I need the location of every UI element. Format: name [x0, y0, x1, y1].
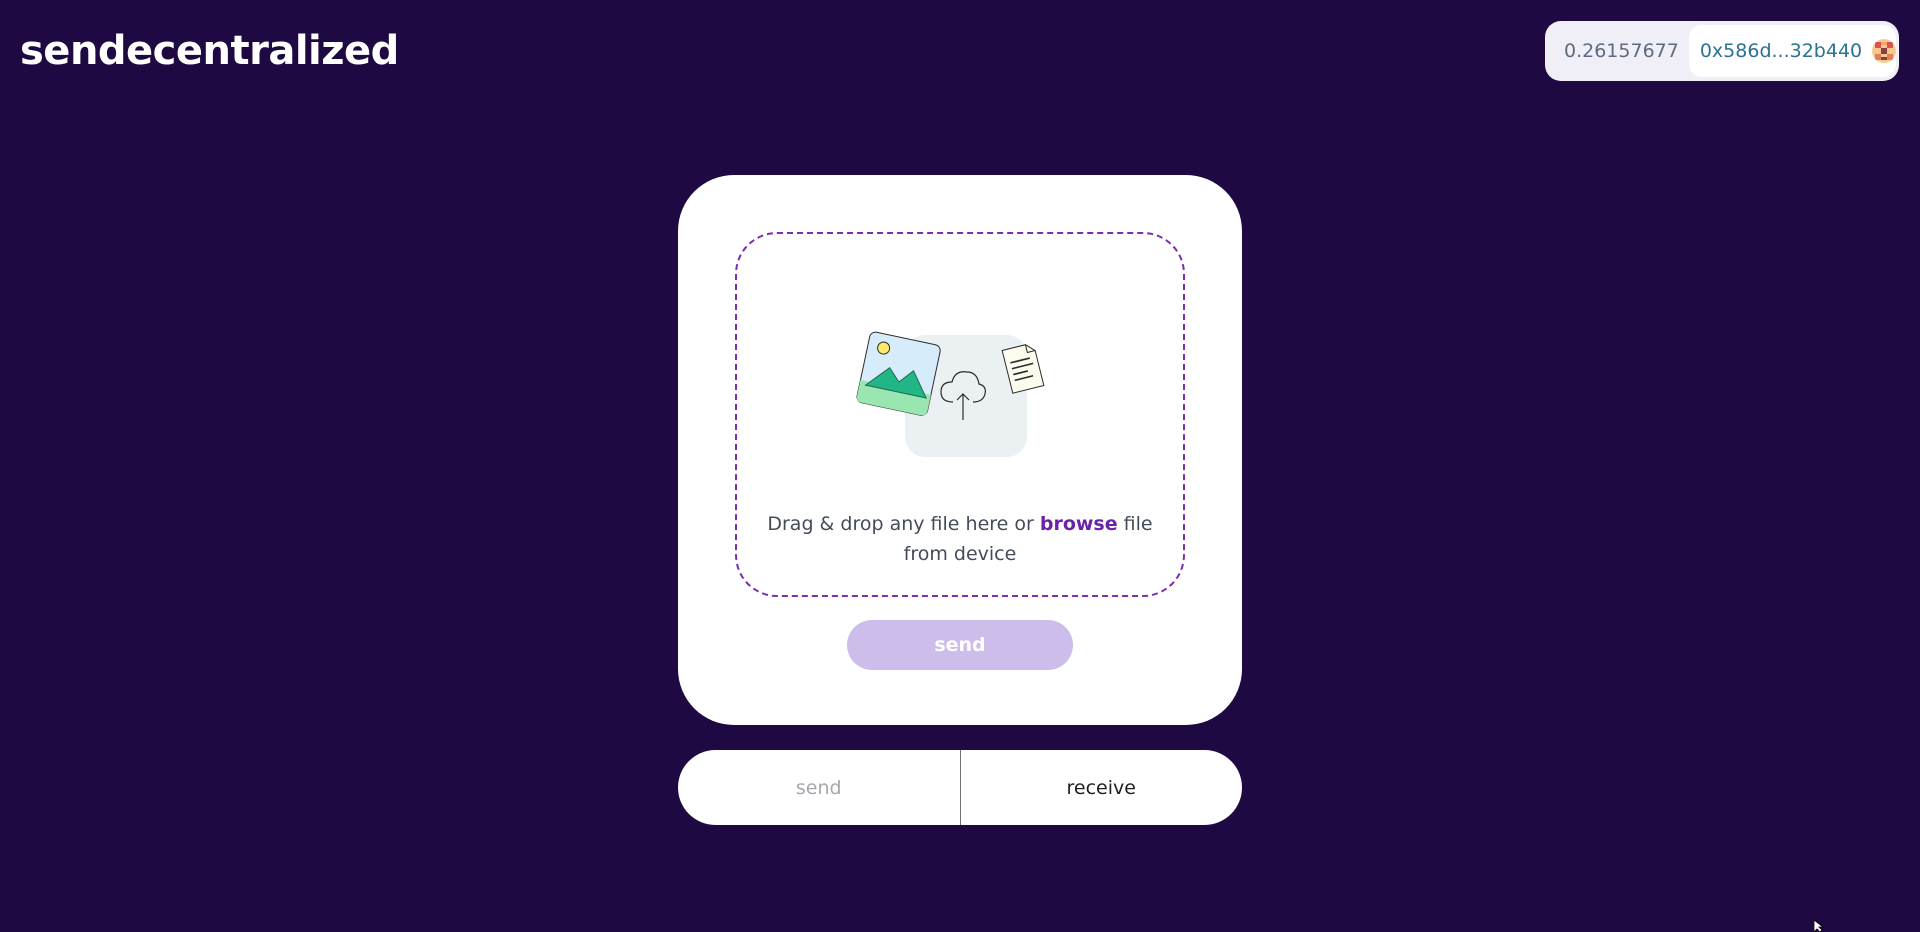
- app-title: sendecentralized: [20, 28, 399, 74]
- wallet-address: 0x586d...32b440: [1699, 40, 1863, 62]
- tab-send[interactable]: send: [678, 750, 960, 825]
- mode-toggle: send receive: [678, 750, 1242, 825]
- tab-receive[interactable]: receive: [961, 750, 1243, 825]
- browse-link[interactable]: browse: [1040, 513, 1118, 535]
- upload-files-illustration: [856, 331, 1045, 457]
- dropzone-instructions: Drag & drop any file here or browse file…: [751, 509, 1169, 569]
- wallet-address-button[interactable]: 0x586d...32b440: [1688, 25, 1897, 77]
- send-card: Drag & drop any file here or browse file…: [678, 175, 1242, 725]
- file-dropzone[interactable]: Drag & drop any file here or browse file…: [735, 232, 1185, 597]
- wallet-widget: 0.26157677 0x586d...32b440: [1545, 21, 1899, 81]
- identicon-avatar-icon: [1872, 39, 1897, 63]
- mouse-cursor-icon: [1814, 920, 1825, 932]
- dropzone-text-before: Drag & drop any file here or: [767, 513, 1040, 535]
- wallet-balance: 0.26157677: [1564, 40, 1679, 62]
- send-button[interactable]: send: [847, 620, 1073, 670]
